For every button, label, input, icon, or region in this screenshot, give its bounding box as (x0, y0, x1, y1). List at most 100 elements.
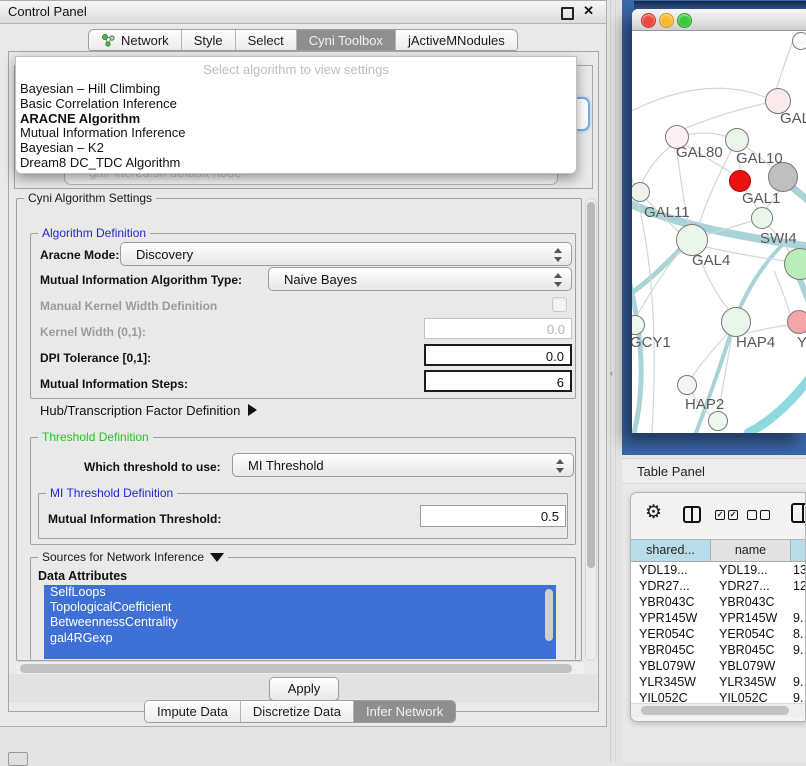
collapsed-panel-icon[interactable] (8, 752, 28, 766)
float-window-icon[interactable] (561, 7, 574, 20)
panel-title: Control Panel (8, 4, 87, 19)
mi-steps-field[interactable]: 6 (424, 370, 572, 392)
threshold-definition-title: Threshold Definition (38, 430, 153, 444)
algorithm-dropdown: Select algorithm to view settings Bayesi… (15, 56, 577, 174)
node-label-hap4: HAP4 (736, 334, 775, 351)
list-item[interactable]: gal4RGexp (44, 631, 556, 646)
dropdown-item[interactable]: Bayesian – K2 (19, 141, 570, 156)
node-label-gal10: GAL10 (736, 150, 783, 167)
stepper-arrows-icon (554, 248, 562, 262)
network-node[interactable] (708, 411, 728, 431)
gear-icon[interactable]: ⚙ (645, 501, 662, 524)
dropdown-hint: Select algorithm to view settings (16, 62, 576, 77)
table-row[interactable]: YER054CYER054C8. (631, 626, 806, 642)
mi-steps-label: Mutual Information Steps: (40, 377, 188, 391)
table-icon[interactable] (791, 503, 806, 523)
minimize-traffic-light[interactable] (659, 13, 674, 28)
network-node[interactable] (792, 32, 806, 50)
close-icon[interactable]: ✕ (583, 3, 594, 19)
network-node-hap4[interactable] (721, 307, 751, 337)
table-row[interactable]: YIL052CYIL052C9. (631, 690, 806, 703)
hub-definition-expander[interactable]: Hub/Transcription Factor Definition (40, 403, 257, 418)
dpi-tolerance-label: DPI Tolerance [0,1]: (40, 351, 151, 365)
which-threshold-label: Which threshold to use: (84, 460, 221, 474)
kernel-width-field[interactable]: 0.0 (424, 318, 572, 339)
close-traffic-light[interactable] (641, 13, 656, 28)
table-horizontal-scrollbar[interactable] (631, 703, 806, 717)
tab-network[interactable]: Network (89, 30, 181, 50)
deselect-all-icon[interactable] (747, 510, 771, 520)
mi-type-combobox[interactable]: Naive Bayes (268, 267, 572, 291)
tab-network-label: Network (121, 33, 169, 48)
node-label-gcy1: GCY1 (632, 334, 671, 351)
network-window[interactable]: GAL GAL80 GAL10 GAL11 GAL1 SWI4 GAL4 GCY… (632, 9, 806, 433)
expand-right-icon (248, 404, 257, 416)
panel-splitter[interactable]: ‹ (607, 0, 622, 762)
node-label: Y (797, 334, 806, 351)
dropdown-item[interactable]: Mutual Information Inference (19, 126, 570, 141)
table-row[interactable]: YLR345WYLR345W9. (631, 674, 806, 690)
mi-threshold-field[interactable]: 0.5 (420, 505, 566, 527)
splitter-handle-icon[interactable]: ‹ (610, 368, 617, 377)
list-item[interactable]: BetweennessCentrality (44, 615, 556, 630)
settings-hscrollbar-thumb[interactable] (20, 664, 572, 673)
network-window-titlebar[interactable] (632, 9, 806, 31)
table-row[interactable]: YPR145WYPR145W9. (631, 610, 806, 626)
tab-cyni-toolbox[interactable]: Cyni Toolbox (296, 30, 395, 50)
dropdown-item[interactable]: Bayesian – Hill Climbing (19, 82, 570, 97)
list-item[interactable]: TopologicalCoefficient (44, 600, 556, 615)
which-threshold-value: MI Threshold (248, 458, 324, 473)
sources-title[interactable]: Sources for Network Inference (38, 550, 228, 564)
apply-button[interactable]: Apply (269, 677, 339, 701)
aracne-mode-combobox[interactable]: Discovery (120, 242, 572, 266)
control-panel-titlebar[interactable]: Control Panel ✕ (0, 1, 606, 24)
network-node-hap2[interactable] (677, 375, 697, 395)
mi-type-value: Naive Bayes (284, 272, 357, 287)
tab-discretize-data[interactable]: Discretize Data (240, 701, 353, 722)
node-label-gal80: GAL80 (676, 144, 723, 161)
table-row[interactable]: YDL19...YDL19...13 (631, 562, 806, 578)
network-node-pink[interactable] (787, 310, 806, 334)
column-header-partial[interactable] (791, 540, 806, 561)
which-threshold-combobox[interactable]: MI Threshold (232, 453, 574, 477)
zoom-traffic-light[interactable] (677, 13, 692, 28)
list-scrollbar-thumb[interactable] (545, 589, 553, 641)
tab-infer-network[interactable]: Infer Network (353, 701, 455, 722)
algorithm-definition-title: Algorithm Definition (38, 226, 150, 240)
tab-jactivemnodules[interactable]: jActiveMNodules (395, 30, 517, 50)
network-node-gal10[interactable] (725, 128, 749, 152)
split-view-icon[interactable] (683, 506, 701, 523)
table-row[interactable]: YBR045CYBR045C9. (631, 642, 806, 658)
table-panel-titlebar[interactable]: Table Panel (622, 458, 806, 484)
network-icon (101, 33, 116, 47)
aracne-mode-label: Aracne Mode: (40, 248, 119, 262)
manual-kernel-label: Manual Kernel Width Definition (40, 299, 217, 313)
dpi-tolerance-field[interactable]: 0.0 (424, 344, 572, 366)
data-attributes-list[interactable]: SelfLoops TopologicalCoefficient Between… (44, 585, 556, 659)
column-header-sharedname[interactable]: shared... (631, 540, 711, 561)
table-row[interactable]: YBR043CYBR043C (631, 594, 806, 610)
settings-scrollbar-thumb[interactable] (587, 202, 595, 568)
manual-kernel-checkbox[interactable] (552, 297, 567, 312)
settings-vertical-scrollbar[interactable] (585, 198, 597, 661)
settings-horizontal-scrollbar[interactable] (16, 661, 584, 674)
network-node-gal1[interactable] (751, 207, 773, 229)
list-item[interactable]: SelfLoops (44, 585, 556, 600)
tab-impute-data[interactable]: Impute Data (145, 701, 240, 722)
column-header-name[interactable]: name (711, 540, 791, 561)
dropdown-item[interactable]: Basic Correlation Inference (19, 97, 570, 112)
table-row[interactable]: YBL079WYBL079W (631, 658, 806, 674)
dropdown-item-selected[interactable]: ARACNE Algorithm (19, 112, 570, 127)
dropdown-item[interactable]: Dream8 DC_TDC Algorithm (19, 156, 570, 171)
network-node-red-selected[interactable] (729, 170, 751, 192)
node-label: GAL (780, 110, 806, 127)
kernel-width-label: Kernel Width (0,1): (40, 325, 146, 339)
network-canvas[interactable]: GAL GAL80 GAL10 GAL11 GAL1 SWI4 GAL4 GCY… (632, 31, 806, 433)
node-label-gal4: GAL4 (692, 252, 730, 269)
table-row[interactable]: YDR27...YDR27...12 (631, 578, 806, 594)
tab-style[interactable]: Style (181, 30, 235, 50)
tab-select[interactable]: Select (235, 30, 296, 50)
table-hscrollbar-thumb[interactable] (641, 706, 789, 715)
select-all-icon[interactable]: ✓ ✓ (715, 510, 739, 520)
stepper-arrows-icon (554, 273, 562, 287)
